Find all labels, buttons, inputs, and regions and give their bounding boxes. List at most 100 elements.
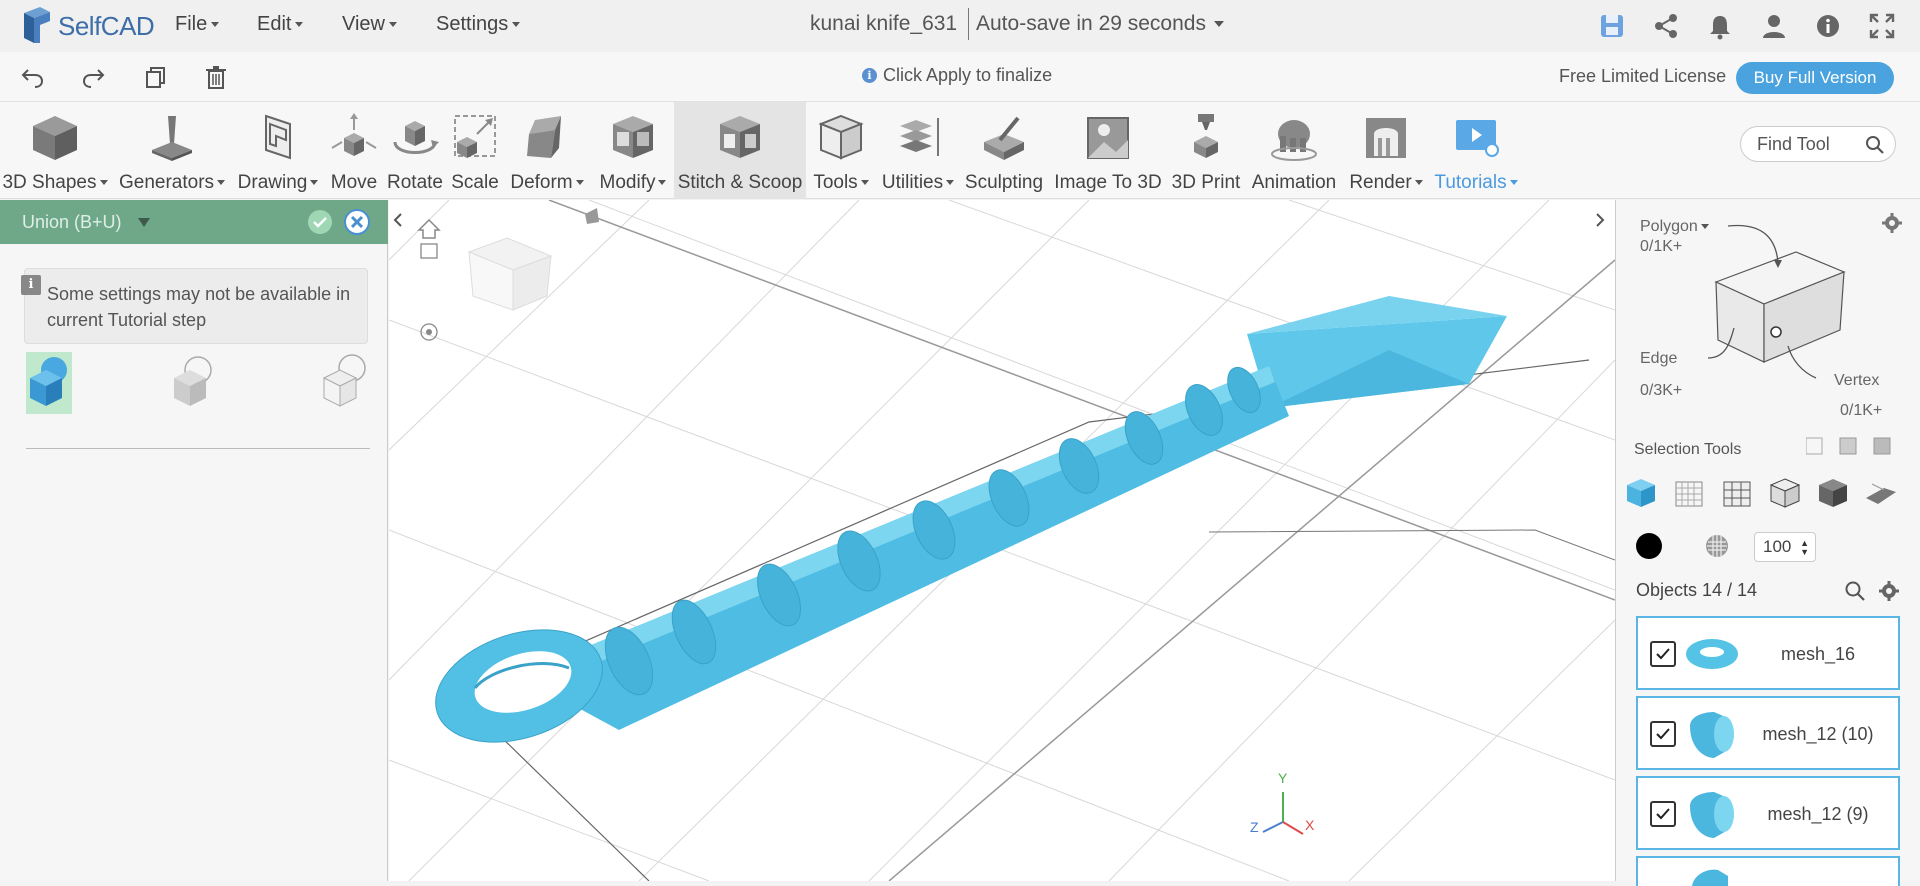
kunai-model[interactable] xyxy=(421,296,1507,762)
tool-scale[interactable]: Scale xyxy=(446,102,504,199)
view-cube[interactable] xyxy=(467,237,553,311)
object-row[interactable] xyxy=(1636,856,1900,886)
axes-gizmo: Y Z X xyxy=(1250,770,1315,835)
menu-view[interactable]: View xyxy=(342,13,397,36)
copy-icon[interactable] xyxy=(142,64,168,90)
chevron-right-icon[interactable] xyxy=(1596,213,1605,227)
axis-y-label: Y xyxy=(1278,770,1288,786)
tool-render[interactable]: Render xyxy=(1344,102,1428,199)
tool-tutorials[interactable]: Tutorials xyxy=(1428,102,1524,199)
visibility-checkbox[interactable] xyxy=(1650,641,1676,667)
trash-icon[interactable] xyxy=(203,64,229,90)
bell-icon[interactable] xyxy=(1706,12,1734,40)
tool-label: Rotate xyxy=(387,172,443,193)
move-icon xyxy=(331,113,377,156)
selfcad-logo[interactable]: SelfCAD xyxy=(20,6,170,46)
selection-shortcut-icons[interactable] xyxy=(1806,434,1896,458)
autosave-dropdown[interactable]: Auto-save in 29 seconds xyxy=(976,12,1224,36)
fullscreen-icon[interactable] xyxy=(1868,12,1896,40)
save-icon[interactable] xyxy=(1598,12,1626,40)
3d-viewport[interactable]: Y Z X xyxy=(389,200,1615,881)
axis-x-label: X xyxy=(1305,817,1315,833)
scene-canvas[interactable]: Y Z X xyxy=(389,200,1615,881)
intersect-mode-icon[interactable] xyxy=(320,352,366,414)
license-label: Free Limited License xyxy=(1559,66,1727,86)
visibility-checkbox[interactable] xyxy=(1650,721,1676,747)
document-title[interactable]: kunai knife_631 xyxy=(810,12,957,36)
opacity-value: 100 xyxy=(1763,537,1792,556)
tool-generators[interactable]: Generators xyxy=(114,102,230,199)
orbit-icon[interactable] xyxy=(420,323,438,341)
tool-label: Scale xyxy=(451,172,499,193)
camera-frame-icon[interactable] xyxy=(420,243,438,259)
subtract-mode-icon[interactable] xyxy=(168,352,214,414)
perspective-icon[interactable] xyxy=(585,208,599,224)
union-mode-icon[interactable] xyxy=(26,352,72,414)
user-icon[interactable] xyxy=(1760,12,1788,40)
object-row[interactable]: mesh_12 (9) xyxy=(1636,776,1900,850)
tool-move[interactable]: Move xyxy=(324,102,384,199)
select-solid-icon[interactable] xyxy=(1816,476,1850,510)
find-tool-input[interactable] xyxy=(1757,134,1867,155)
select-face-grid-icon[interactable] xyxy=(1672,476,1706,510)
object-name: mesh_12 (9) xyxy=(1767,804,1869,824)
gear-icon[interactable] xyxy=(1878,580,1900,602)
visibility-checkbox[interactable] xyxy=(1650,801,1676,827)
action-bar: i Click Apply to finalize Free Limited L… xyxy=(0,52,1920,102)
close-icon xyxy=(350,215,364,229)
apply-button[interactable] xyxy=(308,210,332,234)
tool-drawing[interactable]: Drawing xyxy=(232,102,324,199)
tool-image-to-3d[interactable]: Image To 3D xyxy=(1050,102,1166,199)
tool-deform[interactable]: Deform xyxy=(504,102,590,199)
menu-edit[interactable]: Edit xyxy=(257,13,303,36)
cylinder-thumbnail xyxy=(1692,869,1728,886)
search-icon[interactable] xyxy=(1865,135,1885,155)
torus-thumbnail xyxy=(1686,639,1738,669)
chevron-left-icon[interactable] xyxy=(393,213,402,227)
tool-3d-shapes[interactable]: 3D Shapes xyxy=(0,102,110,199)
select-object-icon[interactable] xyxy=(1624,476,1658,510)
tool-animation[interactable]: Animation xyxy=(1246,102,1342,199)
tool-sculpting[interactable]: Sculpting xyxy=(962,102,1046,199)
object-name: mesh_16 xyxy=(1780,644,1856,664)
selection-mode-cube[interactable] xyxy=(1706,212,1866,382)
stepper-arrows-icon[interactable]: ▲ ▼ xyxy=(1800,539,1809,557)
select-edges-icon[interactable] xyxy=(1768,476,1802,510)
opacity-stepper[interactable]: 100 ▲ ▼ xyxy=(1754,532,1816,562)
tool-utilities[interactable]: Utilities xyxy=(876,102,960,199)
share-icon[interactable] xyxy=(1652,12,1680,40)
cancel-button[interactable] xyxy=(344,209,370,235)
find-tool-search[interactable] xyxy=(1740,126,1896,162)
caret-down-icon[interactable] xyxy=(138,218,150,227)
gear-icon[interactable] xyxy=(1881,212,1903,234)
tool-stitch-scoop[interactable]: Stitch & Scoop xyxy=(674,102,806,199)
texture-icon[interactable] xyxy=(1704,533,1730,559)
tool-3d-print[interactable]: 3D Print xyxy=(1166,102,1246,199)
home-icon[interactable] xyxy=(417,218,441,239)
undo-icon[interactable] xyxy=(20,64,46,90)
tool-label: Sculpting xyxy=(964,172,1044,193)
deform-icon xyxy=(527,116,561,158)
select-mesh-icon[interactable] xyxy=(1720,476,1754,510)
menu-file[interactable]: File xyxy=(175,13,219,36)
cylinder-thumbnail xyxy=(1690,792,1734,838)
cube-icon xyxy=(33,116,77,160)
search-icon[interactable] xyxy=(1844,580,1866,602)
color-picker[interactable] xyxy=(1636,533,1662,559)
object-row[interactable]: mesh_16 xyxy=(1636,616,1900,690)
tool-modify[interactable]: Modify xyxy=(590,102,676,199)
object-row[interactable]: mesh_12 (10) xyxy=(1636,696,1900,770)
hint-text: Click Apply to finalize xyxy=(883,65,1053,85)
tool-label: Render xyxy=(1344,172,1428,194)
select-plane-icon[interactable] xyxy=(1864,476,1898,510)
tool-tools[interactable]: Tools xyxy=(806,102,876,199)
info-icon[interactable] xyxy=(1814,12,1842,40)
drawing-icon xyxy=(265,114,291,160)
selection-panel: Polygon 0/1K+ Edge 0/3K+ Vertex 0/1K+ Se… xyxy=(1615,200,1920,886)
menu-settings[interactable]: Settings xyxy=(436,13,520,36)
vertex-count: 0/1K+ xyxy=(1840,402,1883,419)
redo-icon[interactable] xyxy=(80,64,106,90)
polygon-mode-dropdown[interactable]: Polygon xyxy=(1640,218,1709,236)
buy-full-version-button[interactable]: Buy Full Version xyxy=(1736,62,1894,94)
tool-rotate[interactable]: Rotate xyxy=(384,102,446,199)
